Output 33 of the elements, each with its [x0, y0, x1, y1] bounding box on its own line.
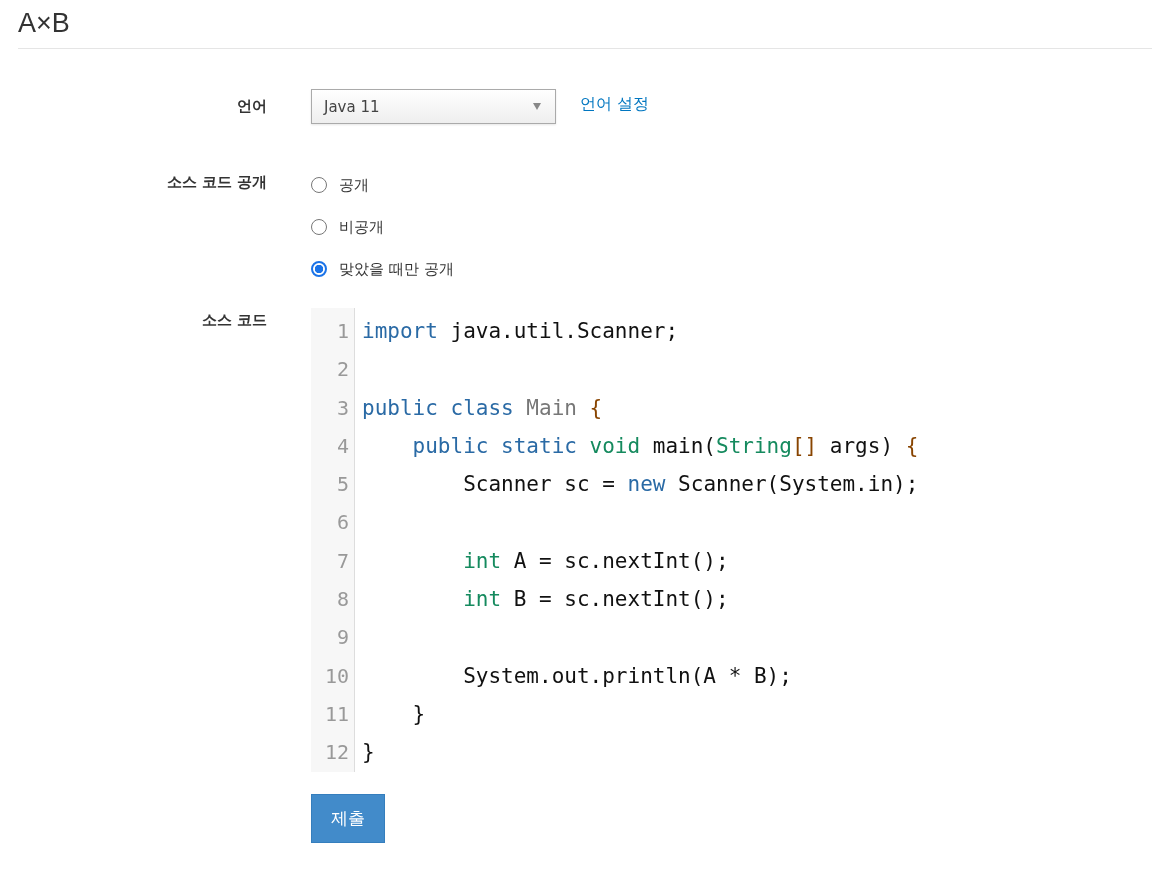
code-line: }: [411, 700, 426, 728]
radio-label[interactable]: 맞았을 때만 공개: [339, 259, 454, 279]
field-label: 소스 코드: [201, 311, 267, 329]
code-line: import java.util.Scanner;: [362, 318, 679, 345]
line-number: 6: [335, 509, 349, 537]
field-label: 소스 코드 공개: [166, 173, 267, 191]
language-settings-link[interactable]: 언어 설정: [580, 89, 650, 119]
line-number: 7: [335, 547, 349, 575]
caret-icon: [533, 103, 541, 110]
field-label: 언어: [237, 97, 267, 115]
line-number: 8: [335, 586, 349, 614]
radio-button[interactable]: [311, 261, 327, 277]
language-dropdown[interactable]: Java 11: [311, 89, 556, 124]
code-line: int B = sc.nextInt();: [462, 586, 729, 614]
line-number: 9: [335, 624, 349, 652]
radio-label[interactable]: 비공개: [339, 217, 384, 237]
line-number: 10: [323, 662, 349, 690]
page-title: A×B: [18, 0, 1152, 49]
line-number: 4: [335, 432, 349, 460]
line-number: 2: [335, 356, 349, 384]
line-number: 3: [335, 394, 349, 422]
code-line: public class Main {: [362, 394, 603, 422]
code-line: Scanner sc = new Scanner(System.in);: [462, 471, 919, 499]
line-number: 11: [323, 700, 349, 728]
radio-label[interactable]: 공개: [339, 175, 369, 195]
code-line: System.out.println(A * B);: [462, 662, 792, 690]
line-number: 5: [335, 471, 349, 499]
code-line: public static void main(String[] args) {: [411, 432, 919, 460]
submit-button[interactable]: 제출: [311, 793, 385, 843]
code-line: }: [362, 739, 375, 767]
line-number: 1: [335, 318, 349, 345]
line-number: 12: [323, 739, 349, 767]
code-line: int A = sc.nextInt();: [462, 547, 729, 575]
